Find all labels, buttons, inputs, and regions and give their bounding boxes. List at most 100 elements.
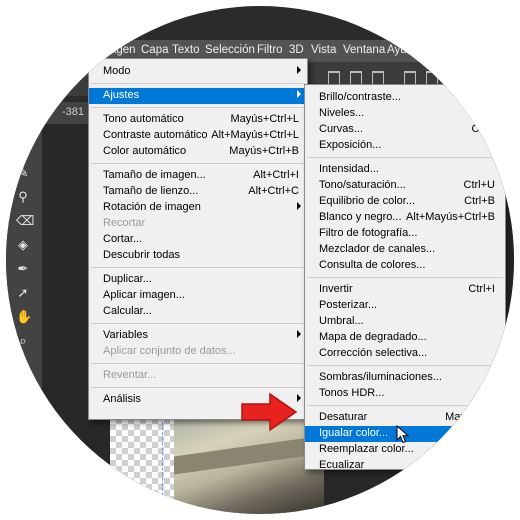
menu-item-exposicion[interactable]: Exposición... [305, 138, 505, 154]
submenu-arrow-icon [297, 330, 301, 338]
align-top-icon[interactable] [328, 71, 340, 85]
menu-3d[interactable]: 3D [289, 44, 304, 56]
menu-item-umbral[interactable]: Umbral... [305, 314, 505, 330]
red-arrow-icon [241, 392, 298, 432]
mouse-pointer-icon [396, 425, 410, 444]
menu-item-label: Equilibrio de color... [319, 195, 415, 207]
menu-item-shortcut: Mayús+Ctrl+L [230, 113, 299, 125]
adjustments-submenu: Brillo/contraste... Niveles... C Curvas... C… [304, 84, 506, 471]
menu-item-posterizar[interactable]: Posterizar... [305, 298, 505, 314]
path-select-icon[interactable]: ➚ [16, 286, 30, 300]
menu-item-label: Tamaño de imagen... [103, 169, 206, 181]
menu-item-label: Cortar... [103, 233, 143, 245]
submenu-arrow-icon [297, 202, 301, 210]
menu-item-sombras-iluminaciones[interactable]: Sombras/iluminaciones... [305, 370, 505, 386]
menu-texto[interactable]: Texto [172, 44, 200, 56]
menu-item-cortar[interactable]: Cortar... [89, 232, 307, 248]
menu-filtro[interactable]: Filtro [257, 44, 283, 56]
menu-item-blanco-y-negro[interactable]: Blanco y negro... Alt+Mayús+Ctrl+B [305, 210, 505, 226]
menu-item-label: Calcular... [103, 305, 152, 317]
menu-item-shortcut: Ctrl+ [471, 123, 495, 135]
menu-item-niveles[interactable]: Niveles... C [305, 106, 505, 122]
menu-item-shortcut: Mayús+Ct [445, 411, 495, 423]
submenu-arrow-icon [297, 66, 301, 74]
menu-ayud[interactable]: Ayud [387, 44, 413, 56]
menu-capa[interactable]: Capa [141, 44, 169, 56]
menu-item-label: Mezclador de canales... [319, 243, 436, 255]
menu-item-variables[interactable]: Variables [89, 328, 307, 344]
menu-separator [307, 405, 503, 406]
menu-item-desaturar[interactable]: Desaturar Mayús+Ct [305, 410, 505, 426]
menu-agen[interactable]: agen [110, 44, 136, 56]
menu-item-tono-saturacion[interactable]: Tono/saturación... Ctrl+U [305, 178, 505, 194]
menu-item-descubrir-todas[interactable]: Descubrir todas [89, 248, 307, 264]
menu-item-label: Recortar [103, 217, 146, 229]
align-middle-icon[interactable] [350, 71, 362, 85]
menu-item-tamano-de-imagen[interactable]: Tamaño de imagen... Alt+Ctrl+I [89, 168, 307, 184]
menu-item-label: Intensidad... [319, 163, 379, 175]
hand-icon[interactable]: ✋ [16, 310, 32, 324]
menu-item-shortcut: Ctrl+U [463, 179, 495, 191]
distribute-top-icon[interactable] [404, 71, 416, 85]
menu-item-shortcut: Mayús+Ctrl+B [229, 145, 299, 157]
menu-item-intensidad[interactable]: Intensidad... [305, 162, 505, 178]
menu-item-correccion-selectiva[interactable]: Corrección selectiva... [305, 346, 505, 362]
menu-item-label: Brillo/contraste... [319, 91, 401, 103]
menu-separator [307, 277, 503, 278]
menu-item-equilibrio-de-color[interactable]: Equilibrio de color... Ctrl+B [305, 194, 505, 210]
menu-item-label: Análisis [103, 393, 141, 405]
stamp-icon[interactable]: ⚲ [16, 190, 30, 204]
menu-item-label: Duplicar... [103, 273, 152, 285]
menu-separator [307, 157, 503, 158]
menu-item-contraste-automatico[interactable]: Contraste automático Alt+Mayús+Ctrl+L [89, 128, 307, 144]
submenu-arrow-icon [297, 90, 301, 98]
menu-vista[interactable]: Vista [311, 44, 336, 56]
menu-item-ajustes[interactable]: Ajustes [89, 88, 307, 104]
menu-item-tono-automatico[interactable]: Tono automático Mayús+Ctrl+L [89, 112, 307, 128]
tools-panel: ✎ ⚲ ⌫ ◈ ✒ ➚ ✋ ⌕ [6, 96, 42, 514]
menu-item-calcular[interactable]: Calcular... [89, 304, 307, 320]
menu-separator [91, 387, 305, 388]
menu-item-filtro-de-fotografia[interactable]: Filtro de fotografía... [305, 226, 505, 242]
menu-item-tamano-de-lienzo[interactable]: Tamaño de lienzo... Alt+Ctrl+C [89, 184, 307, 200]
eyedropper-icon[interactable]: ✎ [16, 166, 30, 180]
menu-item-ecualizar[interactable]: Ecualizar [305, 458, 505, 474]
menu-item-modo[interactable]: Modo [89, 64, 307, 80]
menu-item-label: Tamaño de lienzo... [103, 185, 199, 197]
menu-separator [91, 363, 305, 364]
menu-item-label: Variables [103, 329, 149, 341]
menu-item-curvas[interactable]: Curvas... Ctrl+ [305, 122, 505, 138]
menu-item-consulta-de-colores[interactable]: Consulta de colores... [305, 258, 505, 274]
menu-item-brillo-contraste[interactable]: Brillo/contraste... [305, 90, 505, 106]
menu-seleccion[interactable]: Selección [205, 44, 255, 56]
menu-item-shortcut: Alt+Ctrl+C [248, 185, 299, 197]
menu-item-duplicar[interactable]: Duplicar... [89, 272, 307, 288]
menu-item-tonos-hdr[interactable]: Tonos HDR... [305, 386, 505, 402]
menu-item-mezclador-de-canales[interactable]: Mezclador de canales... [305, 242, 505, 258]
paint-bucket-icon[interactable]: ◈ [16, 238, 30, 252]
menu-item-label: Aplicar conjunto de datos... [103, 345, 236, 357]
menu-item-mapa-de-degradado[interactable]: Mapa de degradado... [305, 330, 505, 346]
magnified-view: agen Capa Texto Selección Filtro 3D Vista Venta… [6, 6, 514, 514]
menu-item-color-automatico[interactable]: Color automático Mayús+Ctrl+B [89, 144, 307, 160]
menu-item-aplicar-imagen[interactable]: Aplicar imagen... [89, 288, 307, 304]
menu-item-label: Tono/saturación... [319, 179, 406, 191]
menu-item-label: Desaturar [319, 411, 368, 423]
distribute-middle-icon[interactable] [426, 71, 438, 85]
menu-item-label: Tono automático [103, 113, 184, 125]
menu-item-shortcut: Ctrl+I [468, 283, 495, 295]
menu-item-recortar: Recortar [89, 216, 307, 232]
menu-item-rotacion-de-imagen[interactable]: Rotación de imagen [89, 200, 307, 216]
menu-separator [91, 267, 305, 268]
zoom-icon[interactable]: ⌕ [16, 334, 30, 348]
eraser-icon[interactable]: ⌫ [16, 214, 34, 228]
distribute-bottom-icon[interactable] [448, 71, 460, 85]
menu-item-label: Descubrir todas [103, 249, 181, 261]
menu-item-label: Modo [103, 65, 131, 77]
menu-item-label: Niveles... [319, 107, 365, 119]
menu-item-invertir[interactable]: Invertir Ctrl+I [305, 282, 505, 298]
align-bottom-icon[interactable] [372, 71, 384, 85]
menu-ventana[interactable]: Ventana [343, 44, 385, 56]
menu-item-aplicar-conjunto-de-datos: Aplicar conjunto de datos... [89, 344, 307, 360]
pen-icon[interactable]: ✒ [16, 262, 30, 276]
